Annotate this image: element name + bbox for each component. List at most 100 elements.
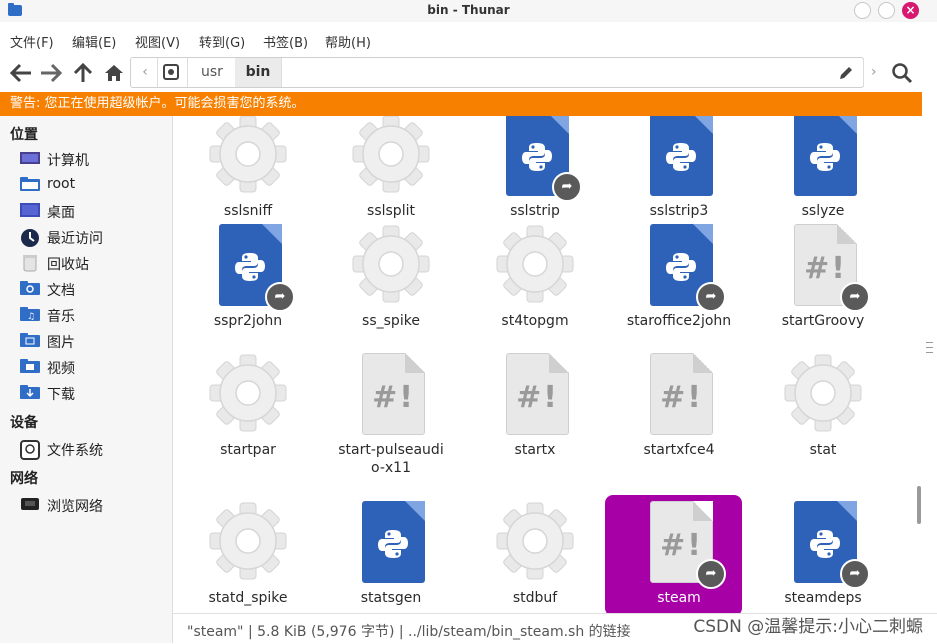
menu-bar: 文件(F) 编辑(E) 视图(V) 转到(G) 书签(B) 帮助(H) [0, 27, 937, 53]
file-item[interactable]: statd_spike [177, 498, 319, 613]
sidebar-item-root[interactable]: root [20, 174, 170, 196]
file-name: sspr2john [213, 313, 283, 329]
file-name: st4topgm [501, 313, 569, 329]
sidebar-item-label: 视频 [47, 361, 75, 377]
file-item[interactable]: #! ➦ startGroovy [752, 221, 894, 349]
menu-view[interactable]: 视图(V) [135, 32, 180, 51]
menu-help[interactable]: 帮助(H) [325, 32, 371, 51]
file-item[interactable]: #! ➦ steam [605, 495, 750, 613]
watermark: CSDN @温馨提示:小心二刺螈 [693, 617, 923, 637]
maximize-button[interactable] [878, 2, 895, 19]
python-file-icon [354, 501, 428, 583]
file-name: startpar [220, 442, 276, 458]
menu-bookmarks[interactable]: 书签(B) [263, 32, 308, 51]
sidebar: 位置 计算机 root 桌面 最近访问 回收站 文档 ♫ 音乐 图片 视频 下载… [0, 116, 173, 643]
menu-file[interactable]: 文件(F) [10, 32, 54, 51]
file-name: statd_spike [208, 590, 288, 606]
executable-gear-icon [209, 353, 287, 433]
file-name: start-pulseaudio-x11 [338, 442, 444, 476]
python-file-icon: ➦ [786, 501, 870, 589]
file-item[interactable]: stat [752, 350, 894, 478]
file-name: startxfce4 [643, 442, 715, 458]
trash-icon [20, 254, 40, 272]
sidebar-item-label: 回收站 [47, 257, 89, 273]
file-name: stdbuf [512, 590, 558, 606]
root-warning-bar: 警告: 您正在使用超级帐户。可能会损害您的系统。 [0, 92, 922, 116]
search-icon[interactable] [891, 62, 913, 88]
back-icon[interactable] [9, 63, 32, 87]
sidebar-item-documents[interactable]: 文档 [20, 278, 170, 300]
file-name: startx [514, 442, 556, 458]
executable-gear-icon [352, 116, 430, 194]
sidebar-item-label: 桌面 [47, 205, 75, 221]
minimize-button[interactable] [854, 2, 871, 19]
executable-gear-icon [209, 501, 287, 581]
sidebar-item-filesystem[interactable]: 文件系统 [20, 438, 170, 460]
file-item[interactable]: ➦ staroffice2john [608, 221, 750, 349]
python-file-icon [786, 116, 860, 196]
sidebar-item-downloads[interactable]: 下载 [20, 382, 170, 404]
home-icon[interactable] [104, 63, 124, 87]
edit-path-icon[interactable] [839, 58, 853, 87]
symlink-icon: ➦ [840, 282, 870, 312]
sidebar-item-label: 浏览网络 [47, 499, 103, 515]
path-segment-usr[interactable]: usr [201, 58, 223, 87]
symlink-icon: ➦ [265, 282, 295, 312]
sidebar-item-label: 最近访问 [47, 231, 103, 247]
path-bar: ‹ usr bin › [130, 57, 877, 88]
file-item[interactable]: ss_spike [320, 221, 462, 349]
file-item[interactable]: #! startx [464, 350, 606, 478]
file-name: ss_spike [362, 313, 420, 329]
root-drive-icon[interactable] [163, 58, 179, 87]
window-title: bin - Thunar [427, 3, 510, 17]
videos-folder-icon [20, 358, 40, 376]
sidebar-item-label: 计算机 [47, 153, 89, 169]
sidebar-item-recent[interactable]: 最近访问 [20, 226, 170, 248]
file-name: steam [657, 590, 701, 606]
sidebar-item-pictures[interactable]: 图片 [20, 330, 170, 352]
file-name: startGroovy [781, 313, 865, 329]
title-bar: bin - Thunar × [0, 0, 937, 22]
menu-edit[interactable]: 编辑(E) [72, 32, 116, 51]
file-name: sslstrip3 [649, 203, 709, 219]
chevron-left-icon[interactable]: ‹ [135, 58, 155, 87]
scrollbar-thumb[interactable] [917, 486, 921, 524]
file-item[interactable]: st4topgm [464, 221, 606, 349]
sidebar-item-label: 音乐 [47, 309, 75, 325]
symlink-icon: ➦ [696, 559, 726, 589]
python-file-icon: ➦ [498, 116, 582, 202]
sidebar-item-label: 文档 [47, 283, 75, 299]
file-item[interactable]: #! startxfce4 [608, 350, 750, 478]
sidebar-item-videos[interactable]: 视频 [20, 356, 170, 378]
places-header: 位置 [10, 127, 38, 143]
chevron-right-icon[interactable]: › [871, 58, 877, 87]
close-button[interactable]: × [902, 2, 919, 19]
sidebar-item-trash[interactable]: 回收站 [20, 252, 170, 274]
sidebar-item-desktop[interactable]: 桌面 [20, 200, 170, 222]
file-item[interactable]: startpar [177, 350, 319, 478]
file-name: sslstrip [510, 203, 560, 219]
file-item[interactable]: ➦ steamdeps [752, 498, 894, 613]
file-item[interactable]: #! start-pulseaudio-x11 [320, 350, 462, 478]
up-icon[interactable] [73, 62, 93, 87]
shell-script-icon: #! [642, 353, 716, 435]
sidebar-item-network[interactable]: 浏览网络 [20, 494, 170, 516]
file-name: sslsniff [223, 203, 273, 219]
symlink-icon: ➦ [696, 282, 726, 312]
network-icon [20, 496, 40, 514]
menu-go[interactable]: 转到(G) [199, 32, 245, 51]
sidebar-item-music[interactable]: ♫ 音乐 [20, 304, 170, 326]
file-name: sslyze [801, 203, 845, 219]
sidebar-item-computer[interactable]: 计算机 [20, 148, 170, 170]
path-segment-bin[interactable]: bin [235, 58, 281, 87]
right-edge [922, 22, 937, 612]
file-item[interactable]: ➦ sspr2john [177, 221, 319, 349]
file-item[interactable]: stdbuf [464, 498, 606, 613]
python-file-icon [642, 116, 716, 196]
forward-icon[interactable] [40, 63, 63, 87]
music-folder-icon: ♫ [20, 306, 40, 324]
file-item[interactable]: statsgen [320, 498, 462, 613]
drive-icon [20, 440, 40, 460]
file-name: staroffice2john [626, 313, 732, 329]
file-name: stat [809, 442, 837, 458]
